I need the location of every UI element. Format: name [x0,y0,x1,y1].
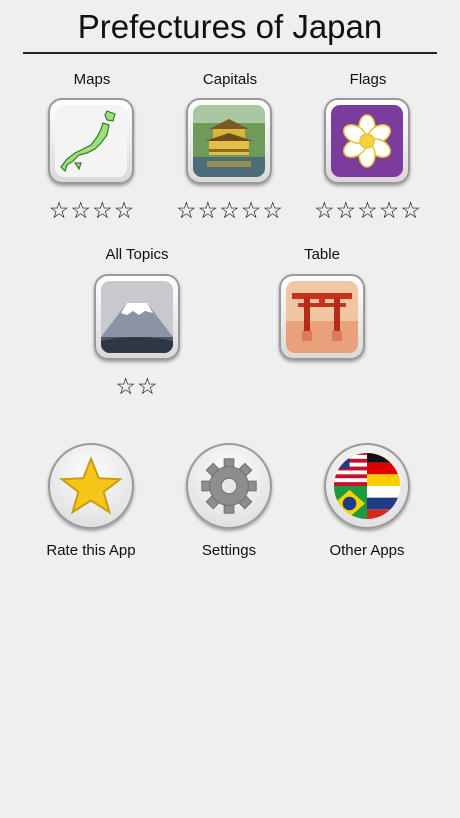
table-button[interactable] [279,274,365,360]
other-apps-button[interactable] [324,443,410,529]
flower-flag-icon [331,105,403,177]
page-title: Prefectures of Japan [77,8,383,45]
flags-button[interactable] [324,98,410,184]
capitals-label: Capitals [202,71,258,88]
title-divider [23,52,437,54]
flags-globe-icon [333,452,401,520]
all-topics-stars: ☆☆ [115,373,159,399]
capitals-stars: ☆☆☆☆☆ [175,197,285,223]
star-icon [59,456,123,515]
maps-button[interactable] [48,98,134,184]
rate-app-button[interactable] [48,443,134,529]
maps-stars: ☆☆☆☆ [48,197,136,223]
gear-icon [201,458,257,514]
all-topics-button[interactable] [94,274,180,360]
torii-gate-icon [286,281,358,353]
other-apps-label: Other Apps [329,542,405,559]
settings-button[interactable] [186,443,272,529]
japan-map-icon [55,105,127,177]
maps-label: Maps [73,71,111,88]
flags-label: Flags [349,71,387,88]
flags-stars: ☆☆☆☆☆ [313,197,423,223]
capitals-button[interactable] [186,98,272,184]
rate-app-label: Rate this App [46,542,136,559]
mount-fuji-icon [101,281,173,353]
settings-label: Settings [201,542,257,559]
golden-pavilion-icon [193,105,265,177]
all-topics-label: All Topics [105,246,169,263]
table-label: Table [304,246,340,263]
